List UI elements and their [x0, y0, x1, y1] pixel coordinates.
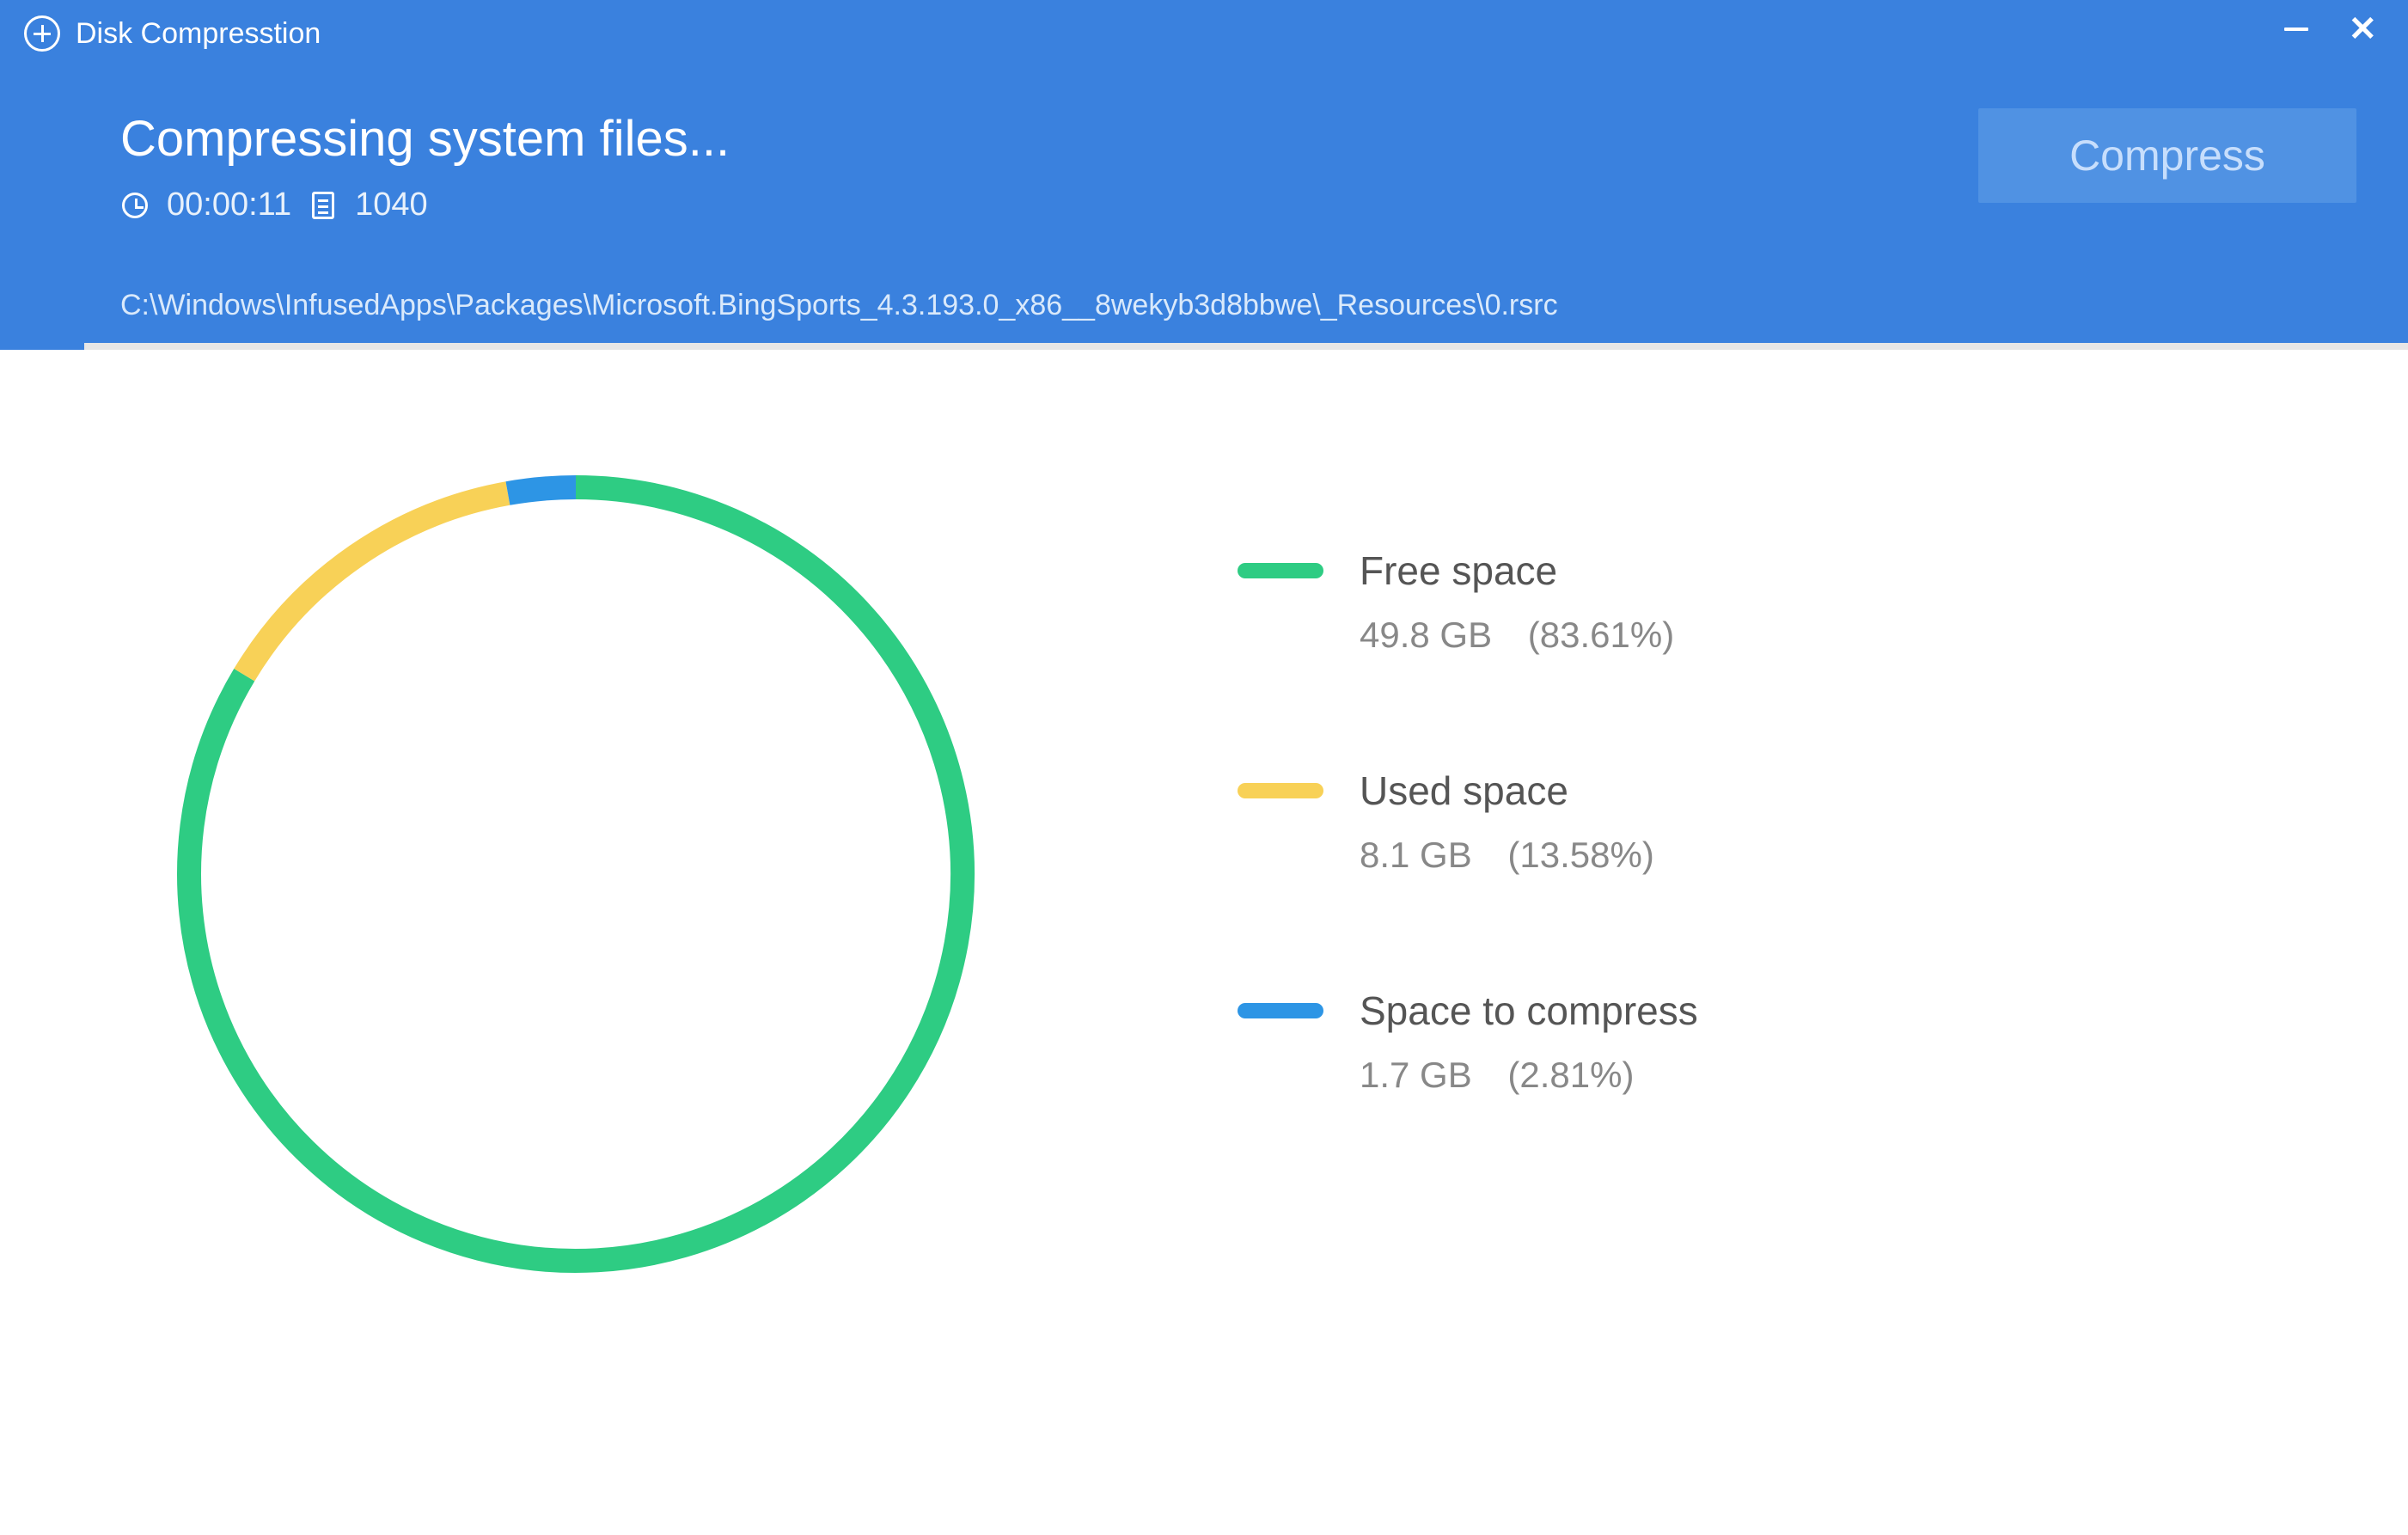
swatch-used-icon [1238, 783, 1323, 798]
app-title: Disk Compresstion [76, 17, 321, 51]
status-area: Compressing system files... 00:00:11 104… [0, 58, 2408, 266]
close-button[interactable]: ✕ [2348, 21, 2377, 38]
current-file-path: C:\Windows\InfusedApps\Packages\Microsof… [0, 266, 2408, 343]
donut-svg [163, 462, 988, 1287]
status-metrics: 00:00:11 1040 [120, 187, 2288, 223]
legend-label-compress: Space to compress [1360, 988, 1698, 1034]
progress-bar [0, 343, 2408, 350]
titlebar: Disk Compresstion ✕ [0, 0, 2408, 58]
compress-button[interactable]: Compress [1978, 108, 2356, 203]
swatch-compress-icon [1238, 1003, 1323, 1018]
legend-pct-free: (83.61%) [1528, 615, 1674, 655]
elapsed-time: 00:00:11 [167, 187, 291, 223]
progress-fill [0, 343, 84, 350]
legend-item-free: Free space 49.8 GB (83.61%) [1238, 547, 2270, 656]
legend-item-compress: Space to compress 1.7 GB (2.81%) [1238, 988, 2270, 1096]
donut-chart [138, 462, 1014, 1287]
legend-size-free: 49.8 GB [1360, 615, 1492, 655]
legend-size-used: 8.1 GB [1360, 835, 1472, 875]
app-plus-icon [24, 15, 60, 52]
minimize-button[interactable] [2284, 28, 2308, 31]
legend-label-free: Free space [1360, 547, 1557, 594]
status-heading: Compressing system files... [120, 110, 2288, 168]
legend: Free space 49.8 GB (83.61%) Used space 8… [1014, 462, 2270, 1287]
file-icon [309, 191, 338, 220]
legend-label-used: Used space [1360, 768, 1568, 814]
header: Disk Compresstion ✕ Compressing system f… [0, 0, 2408, 343]
legend-size-compress: 1.7 GB [1360, 1055, 1472, 1095]
legend-item-used: Used space 8.1 GB (13.58%) [1238, 768, 2270, 876]
main-content: Free space 49.8 GB (83.61%) Used space 8… [0, 350, 2408, 1287]
compress-button-label: Compress [2069, 131, 2265, 180]
legend-pct-compress: (2.81%) [1507, 1055, 1634, 1095]
clock-icon [120, 191, 150, 220]
swatch-free-icon [1238, 563, 1323, 578]
legend-pct-used: (13.58%) [1507, 835, 1653, 875]
file-count: 1040 [355, 187, 428, 223]
window-controls: ✕ [2284, 21, 2377, 38]
